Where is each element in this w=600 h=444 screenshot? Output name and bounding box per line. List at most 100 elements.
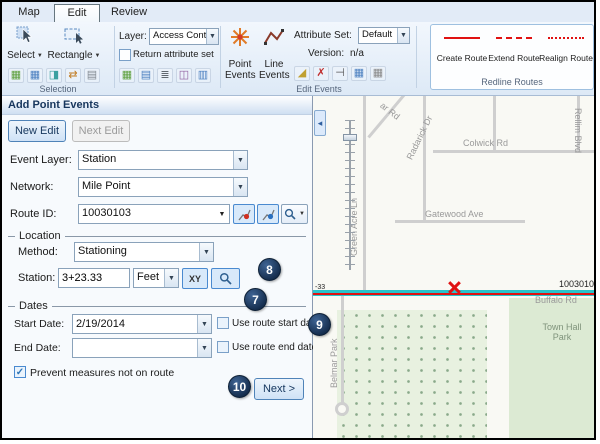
chevron-down-icon: ▼: [199, 243, 213, 261]
attribute-table-icon[interactable]: ▦: [351, 66, 367, 81]
method-value: Stationing: [75, 243, 199, 261]
town-hall-park-area: [509, 298, 596, 440]
tab-edit[interactable]: Edit: [54, 4, 100, 22]
select-route-on-map-button[interactable]: [233, 204, 255, 224]
station-label: Station:: [18, 272, 55, 284]
dates-group-label: Dates: [19, 300, 48, 312]
station-input[interactable]: [58, 268, 130, 288]
xy-coordinates-button[interactable]: XY: [182, 268, 208, 289]
attribute-set-select[interactable]: Default ▼: [358, 27, 410, 44]
extend-route-button[interactable]: Extend Route: [489, 29, 539, 63]
red-dotted-line-icon: [548, 37, 584, 39]
point-events-label: Point Events: [225, 59, 255, 81]
street-label: Radarick Dr: [405, 114, 435, 161]
network-value: Mile Point: [79, 178, 233, 196]
chevron-down-icon: ▼: [197, 315, 211, 333]
chevron-down-icon: ▼: [215, 205, 229, 223]
start-date-input-combo[interactable]: ▼: [72, 314, 212, 334]
snap-icon[interactable]: ⊣: [332, 66, 348, 81]
line-events-label: Line Events: [259, 59, 289, 81]
version-value: n/a: [350, 48, 364, 59]
route-id-value: 10030103: [79, 205, 215, 223]
zoom-to-station-button[interactable]: [211, 268, 240, 289]
start-date-input[interactable]: [73, 315, 197, 333]
road: [395, 220, 525, 223]
red-solid-line-icon: [444, 37, 480, 39]
table-blue-icon[interactable]: ▦: [27, 68, 43, 83]
rows-blue-icon[interactable]: ▤: [138, 68, 154, 83]
next-edit-button[interactable]: Next Edit: [72, 120, 130, 142]
end-date-input[interactable]: [73, 339, 197, 357]
table-menu-icon[interactable]: ▦: [370, 66, 386, 81]
point-events-button[interactable]: Point Events: [224, 26, 256, 81]
event-layer-select[interactable]: Station ▼: [78, 150, 248, 170]
zoom-slider-ticks: [345, 120, 355, 270]
network-select[interactable]: Mile Point ▼: [78, 177, 248, 197]
route-id-label: Route ID:: [10, 208, 56, 220]
collapse-panel-button[interactable]: ◂: [314, 110, 326, 136]
layer-label: Layer:: [119, 31, 147, 42]
group-separator: [416, 26, 417, 88]
edit-events-mini-toolbar: ◢ ✗ ⊣ ▦ ▦: [294, 66, 386, 81]
route-id-combo[interactable]: 10030103 ▼: [78, 204, 230, 224]
grid-icon[interactable]: ▥: [195, 68, 211, 83]
prevent-measures-checkbox[interactable]: [14, 366, 26, 378]
chevron-down-icon: ▼: [95, 53, 101, 59]
rows-icon[interactable]: ▤: [84, 68, 100, 83]
method-label: Method:: [18, 246, 58, 258]
line-events-icon: [263, 26, 285, 51]
method-select[interactable]: Stationing ▼: [74, 242, 214, 262]
select-tool-button[interactable]: Select▼: [7, 25, 43, 61]
realign-route-button[interactable]: Realign Route: [541, 29, 591, 63]
swap-arrows-icon[interactable]: ⇄: [65, 68, 81, 83]
chevron-down-icon: ▼: [299, 211, 305, 217]
zoom-slider[interactable]: [343, 120, 357, 270]
zoom-slider-thumb[interactable]: [343, 134, 357, 141]
return-attribute-set-label: Return attribute set: [133, 49, 214, 60]
select-tool-label: Select: [7, 50, 35, 61]
table-green-icon[interactable]: ▦: [119, 68, 135, 83]
return-attribute-set-checkbox[interactable]: [119, 49, 131, 61]
chevron-down-icon: ▼: [397, 28, 409, 43]
divider: [65, 236, 306, 237]
line-events-button[interactable]: Line Events: [258, 26, 290, 81]
road: [341, 296, 344, 404]
callout-7: 7: [244, 288, 267, 311]
pencil-icon[interactable]: ◢: [294, 66, 310, 81]
rectangle-tool-button[interactable]: Rectangle▼: [46, 25, 102, 61]
route-number-label: 10030103: [559, 279, 596, 289]
event-layer-label: Event Layer:: [10, 154, 72, 166]
redline-routes-group-label: Redline Routes: [431, 77, 593, 87]
half-shade-icon[interactable]: ◨: [46, 68, 62, 83]
street-label: Belmar Park: [329, 338, 339, 388]
edit-events-group-label: Edit Events: [224, 84, 414, 94]
station-units-select[interactable]: Feet ▼: [133, 268, 179, 288]
selection-mini-toolbar: ▦ ▦ ◨ ⇄ ▤: [8, 68, 100, 83]
location-group-header: Location: [8, 230, 306, 242]
table-green-icon[interactable]: ▦: [8, 68, 24, 83]
use-route-end-date-checkbox[interactable]: [217, 341, 229, 353]
road: [433, 150, 596, 153]
panel-title: Add Point Events: [2, 96, 312, 115]
layer-select[interactable]: Access Control ▼: [149, 28, 219, 45]
new-edit-button[interactable]: New Edit: [8, 120, 66, 142]
tab-map[interactable]: Map: [6, 4, 52, 22]
delete-x-icon[interactable]: ✗: [313, 66, 329, 81]
tab-review[interactable]: Review: [102, 4, 156, 22]
select-route-point-button[interactable]: [257, 204, 279, 224]
route-search-dropdown-button[interactable]: ▼: [281, 204, 308, 224]
end-date-input-combo[interactable]: ▼: [72, 338, 212, 358]
group-separator: [114, 26, 115, 88]
start-date-label: Start Date:: [14, 318, 64, 330]
next-button[interactable]: Next >: [254, 378, 304, 400]
use-route-start-date-checkbox[interactable]: [217, 317, 229, 329]
location-group-label: Location: [19, 230, 61, 242]
split-view-icon[interactable]: ◫: [176, 68, 192, 83]
map-canvas[interactable]: -33 ar Rd Colwick Rd Rellim Blvd Radaric…: [313, 96, 596, 440]
red-dashed-line-icon: [496, 37, 532, 39]
create-route-button[interactable]: Create Route: [437, 29, 487, 63]
layers-icon[interactable]: ≣: [157, 68, 173, 83]
street-label: Colwick Rd: [463, 138, 508, 148]
road: [594, 150, 596, 292]
layer-select-value: Access Control: [150, 29, 206, 44]
